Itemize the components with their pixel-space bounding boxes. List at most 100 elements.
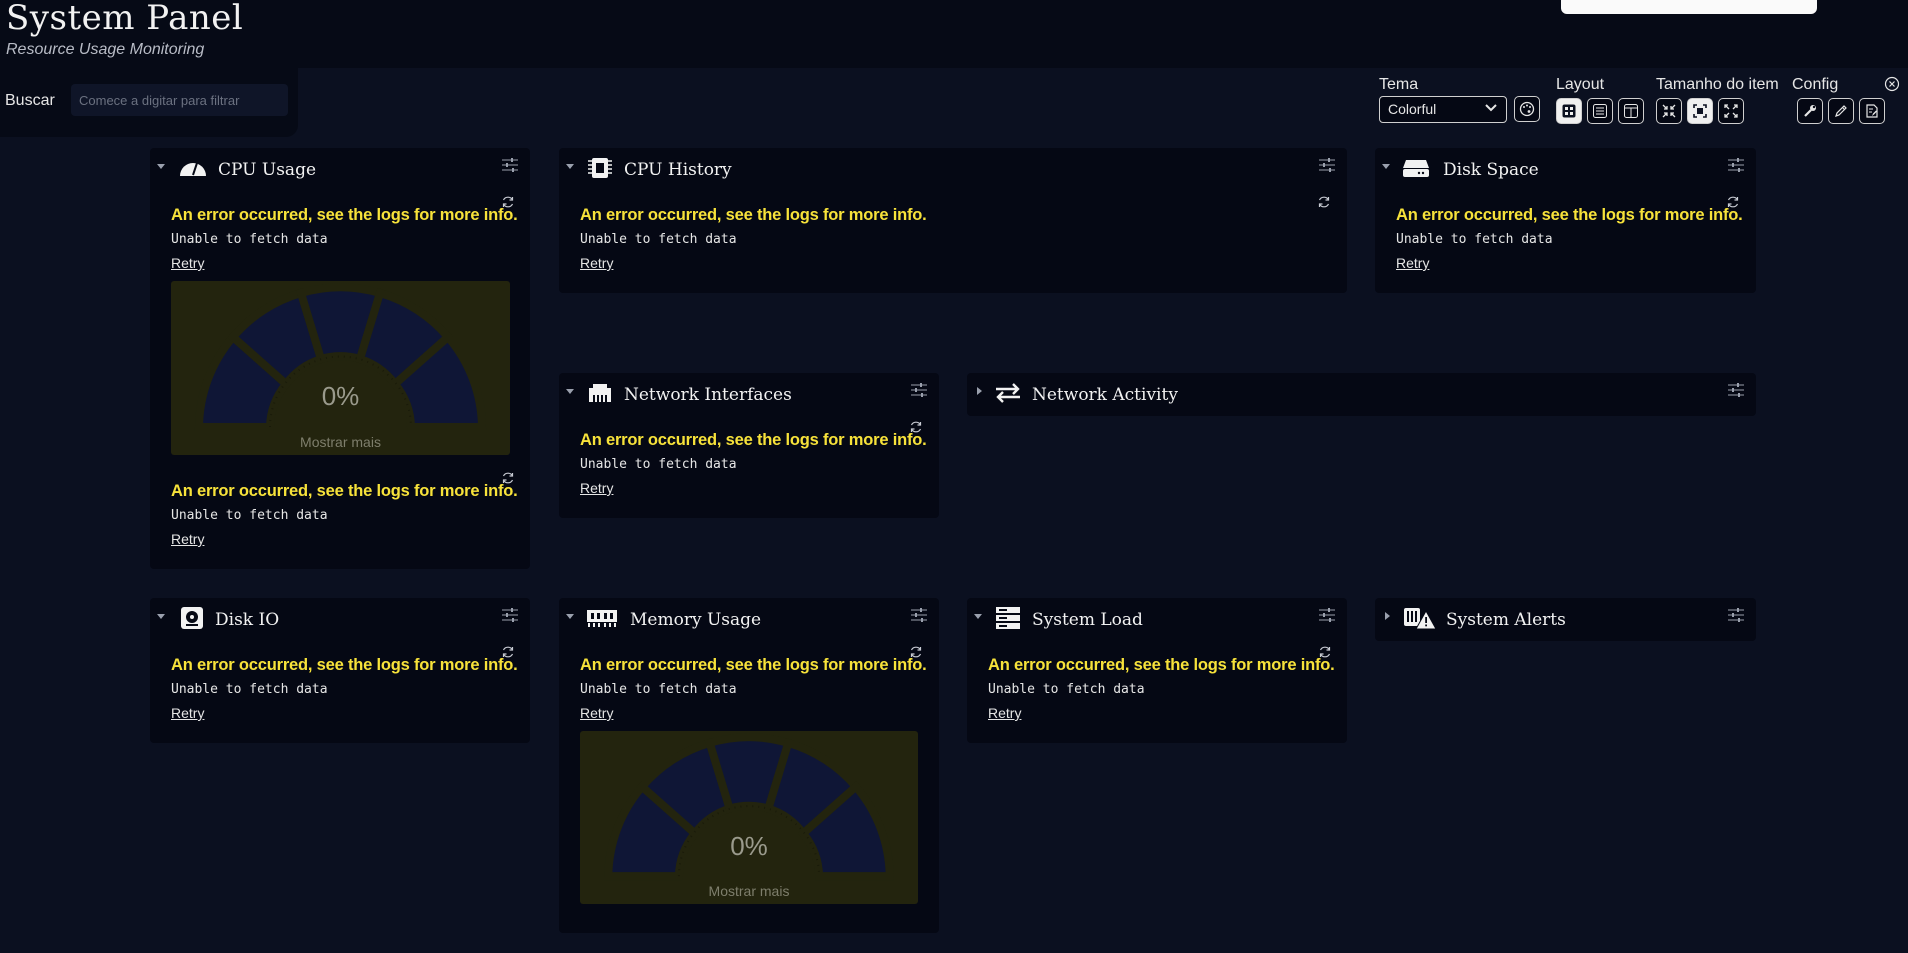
retry-link[interactable]: Retry [171,705,204,721]
error-message: Unable to fetch data [171,508,328,523]
sliders-icon[interactable] [502,608,518,622]
retry-link[interactable]: Retry [988,705,1021,721]
expand-icon [1724,104,1738,118]
card-header[interactable]: Network Activity [967,373,1756,417]
chevron-down-icon [1484,101,1498,118]
ethernet-icon [589,384,611,402]
gauge-panel: 0% Mostrar mais [580,731,918,904]
layout-columns-button[interactable] [1618,98,1644,124]
retry-link[interactable]: Retry [580,705,613,721]
expand-caret-icon[interactable] [1385,612,1390,620]
sliders-icon[interactable] [911,608,927,622]
card-title: Disk Space [1443,160,1539,180]
collapse-caret-icon[interactable] [157,164,165,169]
hard-drive-icon [1403,160,1429,177]
pencil-icon [1835,105,1847,117]
columns-icon [1624,104,1638,118]
top-panel-tab[interactable] [1561,0,1817,14]
collapse-caret-icon[interactable] [1382,164,1390,169]
layout-list-button[interactable] [1587,98,1613,124]
collapse-caret-icon[interactable] [157,614,165,619]
grid-icon [1562,104,1576,118]
page-title: System Panel [6,0,244,38]
error-message: Unable to fetch data [580,682,737,697]
config-sheet-button[interactable] [1859,98,1885,124]
card-title: CPU History [624,160,732,180]
card-header[interactable]: CPU History [559,148,1347,192]
collapse-caret-icon[interactable] [974,614,982,619]
card-header[interactable]: Disk Space [1375,148,1756,192]
page-subtitle: Resource Usage Monitoring [6,41,205,58]
card-title: System Alerts [1446,610,1566,630]
retry-link[interactable]: Retry [580,480,613,496]
sliders-icon[interactable] [1319,608,1335,622]
config-edit-button[interactable] [1828,98,1854,124]
expand-caret-icon[interactable] [977,387,982,395]
layout-label: Layout [1556,76,1605,93]
compress-icon [1662,104,1676,118]
card-header[interactable]: Memory Usage [559,598,939,642]
card-header[interactable]: Disk IO [150,598,530,642]
palette-button[interactable] [1514,96,1540,122]
document-edit-icon [1866,104,1878,118]
error-title: An error occurred, see the logs for more… [1396,206,1743,224]
sliders-icon[interactable] [1728,158,1744,172]
gauge-icon [604,733,894,881]
card-cpu-usage: CPU Usage An error occurred, see the log… [150,148,530,569]
size-small-button[interactable] [1656,98,1682,124]
collapse-caret-icon[interactable] [566,389,574,394]
error-title: An error occurred, see the logs for more… [580,656,927,674]
error-title: An error occurred, see the logs for more… [171,656,518,674]
theme-select[interactable]: Colorful [1379,96,1507,123]
size-medium-button[interactable] [1687,98,1713,124]
show-more-link[interactable]: Mostrar mais [171,434,510,450]
gauge-value: 0% [321,381,360,411]
layout-grid-button[interactable] [1556,98,1582,124]
sliders-icon[interactable] [1319,158,1335,172]
close-settings-button[interactable] [1884,76,1900,92]
gauge-icon [194,283,487,431]
error-message: Unable to fetch data [580,232,737,247]
retry-link[interactable]: Retry [1396,255,1429,271]
card-header[interactable]: CPU Usage [150,148,530,192]
refresh-icon[interactable] [1317,195,1331,209]
hdd-disc-icon [181,607,203,629]
card-header[interactable]: System Alerts [1375,598,1756,642]
card-title: CPU Usage [218,160,317,180]
size-large-button[interactable] [1718,98,1744,124]
card-system-load: System Load An error occurred, see the l… [967,598,1347,743]
show-more-link[interactable]: Mostrar mais [580,883,918,899]
sliders-icon[interactable] [502,158,518,172]
card-network-activity: Network Activity [967,373,1756,416]
alert-icon [1404,608,1437,630]
retry-link[interactable]: Retry [171,531,204,547]
theme-selected-value: Colorful [1388,101,1437,117]
collapse-caret-icon[interactable] [566,164,574,169]
wrench-icon [1804,105,1816,117]
card-memory-usage: Memory Usage An error occurred, see the … [559,598,939,933]
card-header[interactable]: Network Interfaces [559,373,939,417]
palette-icon [1519,101,1535,117]
card-title: Network Activity [1032,385,1178,405]
sliders-icon[interactable] [1728,383,1744,397]
config-wrench-button[interactable] [1797,98,1823,124]
retry-link[interactable]: Retry [580,255,613,271]
item-size-label: Tamanho do item [1656,76,1779,93]
sliders-icon[interactable] [911,383,927,397]
search-input[interactable] [71,84,288,116]
sliders-icon[interactable] [1728,608,1744,622]
theme-label: Tema [1379,76,1419,93]
search-label: Buscar [5,92,55,109]
config-group: Config [1792,76,1885,124]
card-system-alerts: System Alerts [1375,598,1756,641]
item-size-group: Tamanho do item [1656,76,1779,124]
layout-group: Layout [1556,76,1644,124]
search-panel: Buscar [0,68,298,137]
card-header[interactable]: System Load [967,598,1347,642]
list-icon [1593,104,1607,118]
card-network-interfaces: Network Interfaces An error occurred, se… [559,373,939,518]
gauge-panel: 0% Mostrar mais [171,281,510,455]
collapse-caret-icon[interactable] [566,614,574,619]
retry-link[interactable]: Retry [171,255,204,271]
cpu-chip-icon [588,158,612,178]
